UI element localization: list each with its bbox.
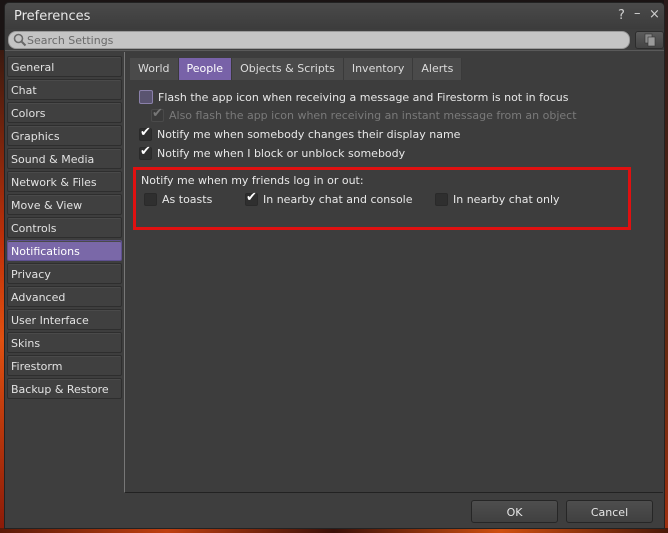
search-row <box>8 31 664 49</box>
sidebar-item-chat[interactable]: Chat <box>7 79 122 100</box>
cancel-button[interactable]: Cancel <box>566 500 653 523</box>
search-input[interactable] <box>27 32 617 48</box>
help-icon[interactable]: ? <box>618 8 625 23</box>
option-label: Also flash the app icon when receiving a… <box>169 109 577 122</box>
option-nearby-chat-console[interactable]: ✔ In nearby chat and console <box>245 190 413 206</box>
sidebar-item-move-view[interactable]: Move & View <box>7 194 122 215</box>
preferences-window: Preferences ? – × General Chat Colors Gr… <box>5 3 664 528</box>
background-right <box>664 0 668 533</box>
checkmark-icon: ✔ <box>152 106 163 121</box>
window-title: Preferences <box>14 9 91 24</box>
tab-people[interactable]: People <box>178 58 233 80</box>
sidebar-item-user-interface[interactable]: User Interface <box>7 309 122 330</box>
option-flash-app-icon[interactable]: Flash the app icon when receiving a mess… <box>139 90 569 104</box>
option-label: Notify me when I block or unblock somebo… <box>157 147 406 160</box>
title-bar[interactable]: Preferences ? – × <box>5 3 664 29</box>
tab-inventory[interactable]: Inventory <box>343 58 414 80</box>
checkbox-flash-app-icon[interactable] <box>139 90 153 104</box>
close-icon[interactable]: × <box>649 7 660 22</box>
checkbox-nearby-chat-console[interactable]: ✔ <box>245 190 258 206</box>
search-field[interactable] <box>8 31 630 49</box>
option-as-toasts[interactable]: As toasts <box>144 193 212 206</box>
sidebar: General Chat Colors Graphics Sound & Med… <box>7 56 122 401</box>
tab-alerts[interactable]: Alerts <box>413 58 463 80</box>
sidebar-item-firestorm[interactable]: Firestorm <box>7 355 122 376</box>
option-flash-object-im: ✔ Also flash the app icon when receiving… <box>151 106 577 122</box>
copy-icon <box>644 33 656 47</box>
friends-login-label: Notify me when my friends log in or out: <box>141 174 364 187</box>
sidebar-item-notifications[interactable]: Notifications <box>7 240 122 261</box>
settings-panel: World People Objects & Scripts Inventory… <box>124 52 663 493</box>
option-nearby-chat-only[interactable]: In nearby chat only <box>435 193 560 206</box>
sidebar-item-general[interactable]: General <box>7 56 122 77</box>
checkbox-flash-object-im: ✔ <box>151 106 164 122</box>
ok-button[interactable]: OK <box>471 500 558 523</box>
checkbox-display-name-change[interactable]: ✔ <box>139 125 152 141</box>
option-label: As toasts <box>162 193 213 206</box>
option-label: Notify me when somebody changes their di… <box>157 128 461 141</box>
sidebar-item-skins[interactable]: Skins <box>7 332 122 353</box>
tab-world[interactable]: World <box>130 58 179 80</box>
sidebar-item-controls[interactable]: Controls <box>7 217 122 238</box>
checkbox-as-toasts[interactable] <box>144 193 157 206</box>
sidebar-item-backup-restore[interactable]: Backup & Restore <box>7 378 122 399</box>
sidebar-item-colors[interactable]: Colors <box>7 102 122 123</box>
checkbox-nearby-chat-only[interactable] <box>435 193 448 206</box>
option-display-name-change[interactable]: ✔ Notify me when somebody changes their … <box>139 125 461 141</box>
minimize-icon[interactable]: – <box>634 6 641 21</box>
sidebar-item-privacy[interactable]: Privacy <box>7 263 122 284</box>
checkmark-icon: ✔ <box>140 125 151 140</box>
header-divider <box>5 50 664 51</box>
option-label: In nearby chat only <box>453 193 560 206</box>
option-label: In nearby chat and console <box>263 193 413 206</box>
tab-bar: World People Objects & Scripts Inventory… <box>130 58 463 80</box>
sidebar-item-network-files[interactable]: Network & Files <box>7 171 122 192</box>
option-label: Flash the app icon when receiving a mess… <box>158 90 569 104</box>
sidebar-item-graphics[interactable]: Graphics <box>7 125 122 146</box>
checkmark-icon: ✔ <box>246 190 257 205</box>
option-block-unblock[interactable]: ✔ Notify me when I block or unblock some… <box>139 144 406 160</box>
background-bottom <box>0 528 668 533</box>
checkmark-icon: ✔ <box>140 144 151 159</box>
copy-button[interactable] <box>635 31 664 49</box>
sidebar-item-sound-media[interactable]: Sound & Media <box>7 148 122 169</box>
tab-objects-scripts[interactable]: Objects & Scripts <box>232 58 344 80</box>
checkbox-block-unblock[interactable]: ✔ <box>139 144 152 160</box>
search-icon <box>13 33 27 47</box>
sidebar-item-advanced[interactable]: Advanced <box>7 286 122 307</box>
